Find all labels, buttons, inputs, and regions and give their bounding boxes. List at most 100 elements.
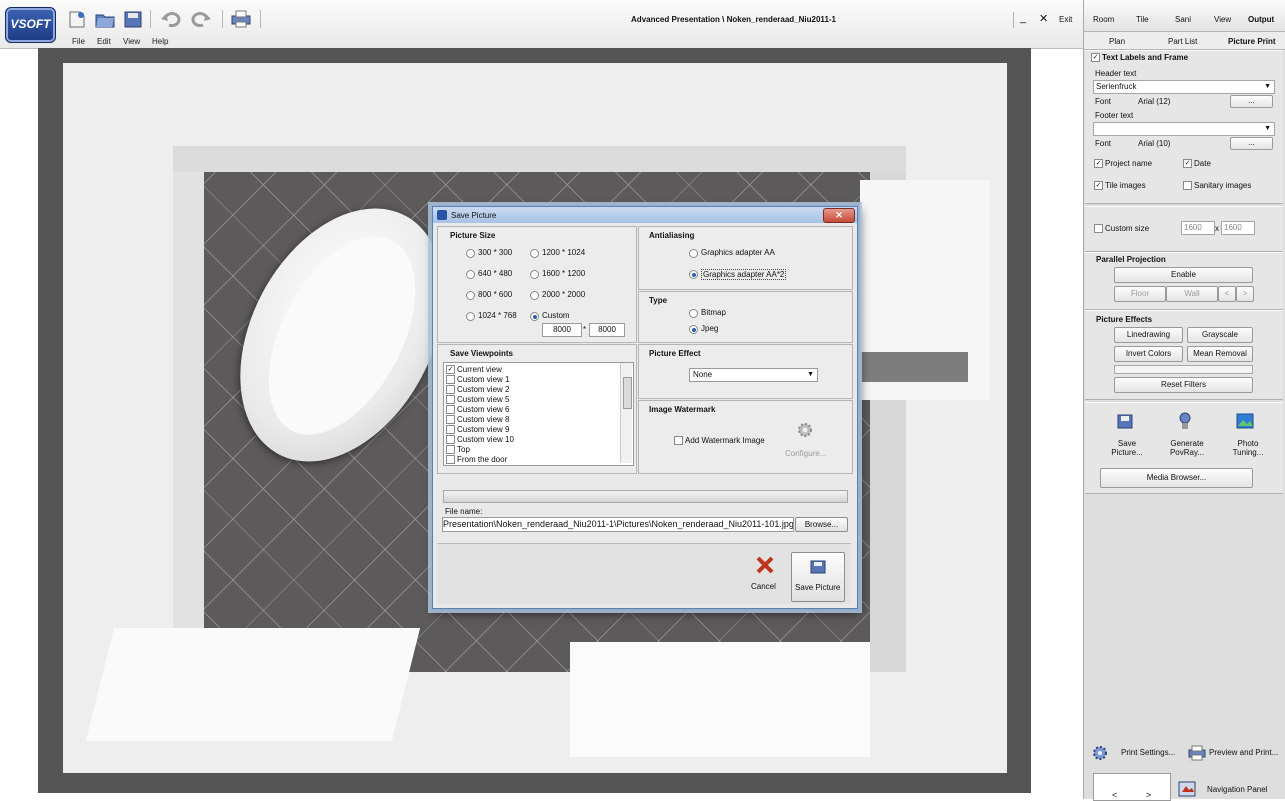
mean-removal-button[interactable]: Mean Removal xyxy=(1187,346,1253,362)
dialog-close-button[interactable]: ✕ xyxy=(823,208,855,223)
cancel-button[interactable]: Cancel xyxy=(739,552,789,600)
floor-button[interactable]: Floor xyxy=(1114,286,1166,302)
size-radio-1024[interactable] xyxy=(466,312,475,321)
header-font-button[interactable]: ... xyxy=(1230,95,1273,108)
text-labels-checkbox[interactable]: ✓ xyxy=(1091,53,1100,62)
print-icon[interactable] xyxy=(230,9,252,29)
custom-height-field[interactable]: 1600 xyxy=(1221,221,1255,235)
progress-bar xyxy=(443,490,848,503)
project-name-checkbox[interactable]: ✓ xyxy=(1094,159,1103,168)
type-radio-jpeg[interactable] xyxy=(689,325,698,334)
header-text-input[interactable]: Serienfruck ▼ xyxy=(1093,80,1275,94)
preview-print-button[interactable]: Preview and Print... xyxy=(1187,742,1283,762)
wall-button[interactable]: Wall xyxy=(1166,286,1218,302)
redo-icon[interactable] xyxy=(190,9,212,29)
undo-icon[interactable] xyxy=(160,9,182,29)
photo-tuning-action[interactable]: Photo Tuning... xyxy=(1220,411,1270,461)
list-item[interactable]: Custom view 1 xyxy=(446,375,509,385)
watermark-checkbox[interactable] xyxy=(674,436,683,445)
reset-filters-button[interactable]: Reset Filters xyxy=(1114,377,1253,393)
tab-plan[interactable]: Plan xyxy=(1109,37,1125,46)
list-item[interactable]: Custom view 9 xyxy=(446,425,509,435)
invert-colors-button[interactable]: Invert Colors xyxy=(1114,346,1183,362)
dialog-titlebar[interactable]: Save Picture ✕ xyxy=(433,207,857,223)
browse-button[interactable]: Browse... xyxy=(795,517,848,532)
tile-images-checkbox[interactable]: ✓ xyxy=(1094,181,1103,190)
custom-width-field[interactable]: 1600 xyxy=(1181,221,1215,235)
tab-output[interactable]: Output xyxy=(1248,15,1274,24)
viewpoint-checkbox[interactable] xyxy=(446,405,455,415)
date-checkbox[interactable]: ✓ xyxy=(1183,159,1192,168)
tab-part-list[interactable]: Part List xyxy=(1168,37,1197,46)
save-picture-button[interactable]: Save Picture xyxy=(791,552,845,602)
save-picture-action[interactable]: Save Picture... xyxy=(1100,411,1150,461)
list-item[interactable]: ✓ Current view xyxy=(446,365,502,375)
viewpoint-checkbox[interactable] xyxy=(446,455,455,465)
open-icon[interactable] xyxy=(94,9,116,29)
wall-prev-button[interactable]: < xyxy=(1218,286,1236,302)
list-item[interactable]: Custom view 8 xyxy=(446,415,509,425)
menu-view[interactable]: View xyxy=(123,37,140,46)
print-settings-button[interactable]: Print Settings... xyxy=(1090,742,1180,762)
scrollbar-thumb[interactable] xyxy=(623,377,632,409)
aa-radio-2[interactable] xyxy=(689,270,698,279)
effect-slider[interactable] xyxy=(1114,365,1253,374)
footer-font-button[interactable]: ... xyxy=(1230,137,1273,150)
configure-button[interactable]: Configure... xyxy=(785,449,826,458)
custom-size-checkbox[interactable] xyxy=(1094,224,1103,233)
size-radio-2000[interactable] xyxy=(530,291,539,300)
tab-view[interactable]: View xyxy=(1214,15,1231,24)
viewpoints-list[interactable]: ✓ Current view Custom view 1 Custom view … xyxy=(443,362,634,466)
linedrawing-button[interactable]: Linedrawing xyxy=(1114,327,1183,343)
size-radio-1200[interactable] xyxy=(530,249,539,258)
size-radio-800[interactable] xyxy=(466,291,475,300)
size-radio-custom[interactable] xyxy=(530,312,539,321)
enable-projection-button[interactable]: Enable xyxy=(1114,267,1253,283)
size-radio-1600[interactable] xyxy=(530,270,539,279)
new-icon[interactable] xyxy=(66,9,88,29)
list-scrollbar[interactable] xyxy=(620,363,632,463)
generate-povray-action[interactable]: Generate PovRay... xyxy=(1160,411,1210,461)
menu-edit[interactable]: Edit xyxy=(97,37,111,46)
list-item[interactable]: From the door xyxy=(446,455,507,465)
save-picture-icon xyxy=(810,560,826,574)
wall-next-button[interactable]: > xyxy=(1236,286,1254,302)
viewpoint-checkbox[interactable] xyxy=(446,445,455,455)
exit-button[interactable]: Exit xyxy=(1059,15,1072,24)
tab-tile[interactable]: Tile xyxy=(1136,15,1149,24)
grayscale-button[interactable]: Grayscale xyxy=(1187,327,1253,343)
viewpoint-checkbox[interactable] xyxy=(446,375,455,385)
viewpoint-checkbox[interactable] xyxy=(446,415,455,425)
media-browser-button[interactable]: Media Browser... xyxy=(1100,468,1253,488)
sanitary-images-checkbox[interactable] xyxy=(1183,181,1192,190)
list-item[interactable]: Custom view 10 xyxy=(446,435,514,445)
minimize-button[interactable]: _ xyxy=(1020,12,1026,24)
save-icon[interactable] xyxy=(122,9,144,29)
footer-text-input[interactable]: ▼ xyxy=(1093,122,1275,136)
list-item[interactable]: Custom view 2 xyxy=(446,385,509,395)
viewpoint-checkbox[interactable] xyxy=(446,435,455,445)
viewpoint-checkbox[interactable] xyxy=(446,385,455,395)
viewpoint-checkbox[interactable]: ✓ xyxy=(446,365,455,375)
viewpoint-checkbox[interactable] xyxy=(446,425,455,435)
tab-sani[interactable]: Sani xyxy=(1175,15,1191,24)
custom-height-input[interactable]: 8000 xyxy=(589,323,625,337)
tab-room[interactable]: Room xyxy=(1093,15,1114,24)
custom-width-input[interactable]: 8000 xyxy=(542,323,582,337)
navigation-panel-icon[interactable] xyxy=(1177,780,1197,798)
close-window-button[interactable]: ✕ xyxy=(1039,12,1048,25)
size-radio-640[interactable] xyxy=(466,270,475,279)
aa-radio-1[interactable] xyxy=(689,249,698,258)
viewpoint-checkbox[interactable] xyxy=(446,395,455,405)
menu-file[interactable]: File xyxy=(72,37,85,46)
menu-help[interactable]: Help xyxy=(152,37,168,46)
type-radio-bitmap[interactable] xyxy=(689,309,698,318)
picture-effect-select[interactable]: None ▼ xyxy=(689,368,818,382)
size-radio-300[interactable] xyxy=(466,249,475,258)
tab-picture-print[interactable]: Picture Print xyxy=(1228,37,1276,46)
navigation-preview[interactable]: < > xyxy=(1093,773,1171,801)
list-item[interactable]: Top xyxy=(446,445,470,455)
list-item[interactable]: Custom view 5 xyxy=(446,395,509,405)
list-item[interactable]: Custom view 6 xyxy=(446,405,509,415)
file-name-input[interactable]: Presentation\Noken_renderaad_Niu2011-1\P… xyxy=(442,517,794,532)
